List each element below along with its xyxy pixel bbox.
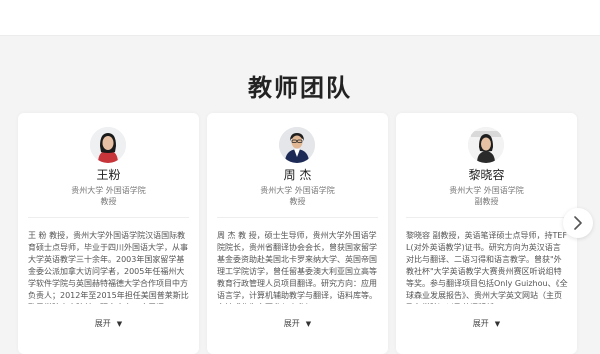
expand-label: 展开 <box>94 319 111 328</box>
avatar <box>90 127 126 163</box>
teacher-bio: 王 粉 教授，贵州大学外国语学院汉语国际教育硕士点导师，毕业于四川外国语大学，从… <box>28 231 189 304</box>
expand-label: 展开 <box>472 319 489 328</box>
section-title: 教师团队 <box>248 74 352 102</box>
teacher-name: 周 杰 <box>283 168 312 182</box>
divider <box>406 217 567 218</box>
teacher-name: 王粉 <box>96 168 121 182</box>
avatar <box>279 127 315 163</box>
teacher-card: 周 杰 贵州大学 外国语学院 教授 周 杰 教 授，硕士生导师，贵州大学外国语学… <box>207 113 388 354</box>
teacher-name: 黎晓容 <box>468 168 505 182</box>
caret-down-icon: ▼ <box>116 320 123 328</box>
teacher-title: 教授 <box>100 197 117 206</box>
teacher-department: 贵州大学 外国语学院 <box>71 186 146 195</box>
chevron-right-icon <box>574 216 582 230</box>
teacher-card: 王粉 贵州大学 外国语学院 教授 王 粉 教授，贵州大学外国语学院汉语国际教育硕… <box>18 113 199 354</box>
divider <box>28 217 189 218</box>
teacher-bio: 周 杰 教 授，硕士生导师，贵州大学外国语学院院长，贵州省翻译协会会长，曾获国家… <box>217 231 377 304</box>
teacher-card: 黎晓容 贵州大学 外国语学院 副教授 黎晓容 副教授，英语笔译硕士点导师，持TE… <box>396 113 577 354</box>
teacher-department: 贵州大学 外国语学院 <box>260 186 335 195</box>
teacher-department: 贵州大学 外国语学院 <box>449 186 524 195</box>
top-banner <box>0 0 600 36</box>
avatar <box>468 127 504 163</box>
expand-button[interactable]: 展开 ▼ <box>207 318 388 329</box>
caret-down-icon: ▼ <box>305 320 312 328</box>
teacher-title: 教授 <box>289 197 306 206</box>
teacher-title: 副教授 <box>474 197 499 206</box>
caret-down-icon: ▼ <box>494 320 501 328</box>
expand-label: 展开 <box>283 319 300 328</box>
expand-button[interactable]: 展开 ▼ <box>18 318 199 329</box>
divider <box>217 217 378 218</box>
expand-button[interactable]: 展开 ▼ <box>396 318 577 329</box>
carousel-next-button[interactable] <box>563 208 593 238</box>
teacher-bio: 黎晓容 副教授，英语笔译硕士点导师，持TEFL(对外英语教学)证书。研究方向为英… <box>406 231 568 304</box>
